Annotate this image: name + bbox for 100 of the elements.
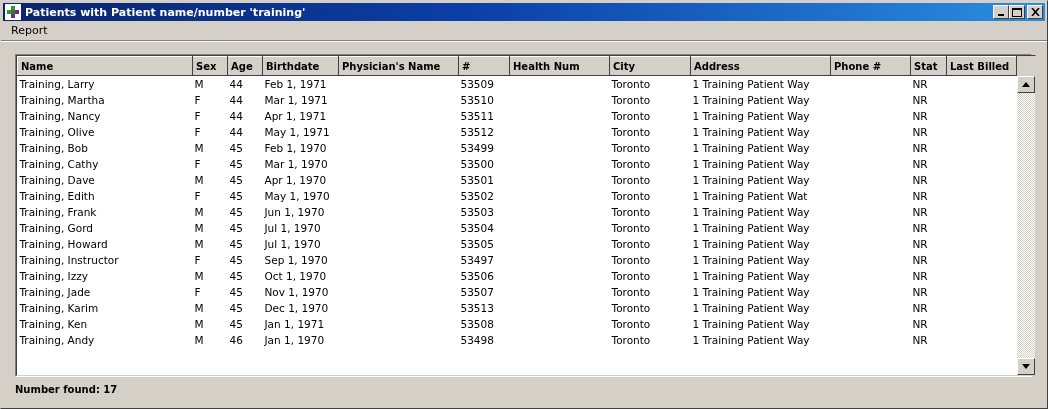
table-cell-text: NR xyxy=(911,157,929,172)
table-cell-text: Oct 1, 1970 xyxy=(263,269,328,284)
table-cell-text: 1 Training Patient Way xyxy=(691,205,811,220)
table-cell-text: Training, Howard xyxy=(18,237,109,252)
table-cell-text: 1 Training Patient Way xyxy=(691,237,811,252)
table-cell-text: NR xyxy=(911,141,929,156)
table-cell-text: 45 xyxy=(228,269,244,284)
table-cell-text: NR xyxy=(911,333,929,348)
table-cell-text: Training, Martha xyxy=(18,93,106,108)
table-cell-text: Toronto xyxy=(610,317,652,332)
table-cell: M xyxy=(192,75,228,92)
maximize-button[interactable] xyxy=(1009,5,1025,19)
table-cell-text: M xyxy=(193,269,205,284)
table-cell-text: Toronto xyxy=(610,141,652,156)
table-cell-text: F xyxy=(193,189,202,204)
table-cell-text: 45 xyxy=(228,189,244,204)
table-cell-text: 45 xyxy=(228,237,244,252)
table-cell-text: NR xyxy=(911,253,929,268)
table-cell-text: Toronto xyxy=(610,301,652,316)
column-header[interactable]: Phone # xyxy=(830,56,911,76)
column-header[interactable]: # xyxy=(458,56,510,76)
window-title: Patients with Patient name/number 'training' xyxy=(25,5,307,19)
table-cell-text: 44 xyxy=(228,109,244,124)
table-cell-text: NR xyxy=(911,93,929,108)
table-cell-text: 53497 xyxy=(459,253,495,268)
column-header[interactable]: Name xyxy=(17,56,193,76)
table-cell-text: 53508 xyxy=(459,317,495,332)
table-cell-text: 1 Training Patient Way xyxy=(691,221,811,236)
table-cell-text: Toronto xyxy=(610,173,652,188)
table-cell-text: F xyxy=(193,125,202,140)
table-cell-text: Feb 1, 1970 xyxy=(263,141,328,156)
table-cell-text: Jun 1, 1970 xyxy=(263,205,326,220)
table-cell-text: Toronto xyxy=(610,285,652,300)
table-cell-text: NR xyxy=(911,205,929,220)
table-cell-text: Toronto xyxy=(610,189,652,204)
table-cell-text: Training, Cathy xyxy=(18,157,100,172)
table-cell: NR xyxy=(910,75,947,92)
table-cell-text: Training, Andy xyxy=(18,333,96,348)
close-button[interactable] xyxy=(1027,5,1043,19)
maximize-icon xyxy=(1012,7,1022,17)
table-cell-text: 53513 xyxy=(459,301,495,316)
column-header[interactable]: Age xyxy=(227,56,263,76)
table-cell-text: F xyxy=(193,253,202,268)
column-header[interactable]: Stat xyxy=(910,56,947,76)
table-cell-text: May 1, 1970 xyxy=(263,189,331,204)
close-icon xyxy=(1030,8,1040,16)
table-cell-text: M xyxy=(193,221,205,236)
table-cell-text: NR xyxy=(911,189,929,204)
table-cell-text: 1 Training Patient Way xyxy=(691,157,811,172)
table-cell-text: M xyxy=(193,141,205,156)
table-cell-text: Toronto xyxy=(610,269,652,284)
table-cell-text: 1 Training Patient Way xyxy=(691,269,811,284)
table-cell: Feb 1, 1971 xyxy=(262,75,339,92)
table-cell-text: 1 Training Patient Way xyxy=(691,109,811,124)
table-cell-text: Training, Nancy xyxy=(18,109,102,124)
table-cell-text: 1 Training Patient Way xyxy=(691,141,811,156)
table-cell-text: Jul 1, 1970 xyxy=(263,237,322,252)
minimize-button[interactable] xyxy=(993,5,1009,19)
table-cell-text: Mar 1, 1970 xyxy=(263,157,329,172)
column-header[interactable]: City xyxy=(609,56,691,76)
table-cell-text: NR xyxy=(911,173,929,188)
column-header[interactable]: Birthdate xyxy=(262,56,339,76)
column-header[interactable]: Address xyxy=(690,56,831,76)
table-cell-text: Training, Jade xyxy=(18,285,92,300)
table-cell-text: F xyxy=(193,93,202,108)
table-cell-text: Training, Bob xyxy=(18,141,89,156)
table-cell-text: Training, Izzy xyxy=(18,269,89,284)
table-cell-text: Nov 1, 1970 xyxy=(263,285,330,300)
menu-item[interactable]: Report xyxy=(5,24,54,37)
column-header[interactable]: Health Num xyxy=(509,56,610,76)
table-cell-text: F xyxy=(193,285,202,300)
table-cell-text: NR xyxy=(911,269,929,284)
table-cell-text: M xyxy=(193,333,205,348)
column-header[interactable]: Last Billed xyxy=(946,56,1017,76)
table-cell-text: 44 xyxy=(228,93,244,108)
table-cell-text: 45 xyxy=(228,301,244,316)
table-cell-text: 53505 xyxy=(459,237,495,252)
table-cell-text: 45 xyxy=(228,253,244,268)
column-header[interactable]: Physician's Name xyxy=(338,56,459,76)
table-cell-text: 1 Training Patient Way xyxy=(691,93,811,108)
table-cell-text: Training, Dave xyxy=(18,173,96,188)
table-cell-text: 53500 xyxy=(459,157,495,172)
table-cell-text: 46 xyxy=(228,333,244,348)
table-cell-text: 45 xyxy=(228,141,244,156)
table-cell-text: Toronto xyxy=(610,205,652,220)
table-cell-text: M xyxy=(193,317,205,332)
table-cell-text: 1 Training Patient Wat xyxy=(691,189,809,204)
table-cell-text: 53501 xyxy=(459,173,495,188)
column-header[interactable]: Sex xyxy=(192,56,228,76)
table-cell-text: Toronto xyxy=(610,237,652,252)
scroll-up-button[interactable] xyxy=(1017,76,1035,93)
table-cell-text: Toronto xyxy=(610,253,652,268)
table-cell-text: NR xyxy=(911,301,929,316)
table-cell-text: Training, Olive xyxy=(18,125,96,140)
scroll-down-button[interactable] xyxy=(1017,358,1035,375)
table-cell-text: NR xyxy=(911,125,929,140)
table-cell-text: 1 Training Patient Way xyxy=(691,253,811,268)
table-cell-text: Toronto xyxy=(610,125,652,140)
table-cell-text: 53506 xyxy=(459,269,495,284)
table-cell-text: Apr 1, 1970 xyxy=(263,173,328,188)
